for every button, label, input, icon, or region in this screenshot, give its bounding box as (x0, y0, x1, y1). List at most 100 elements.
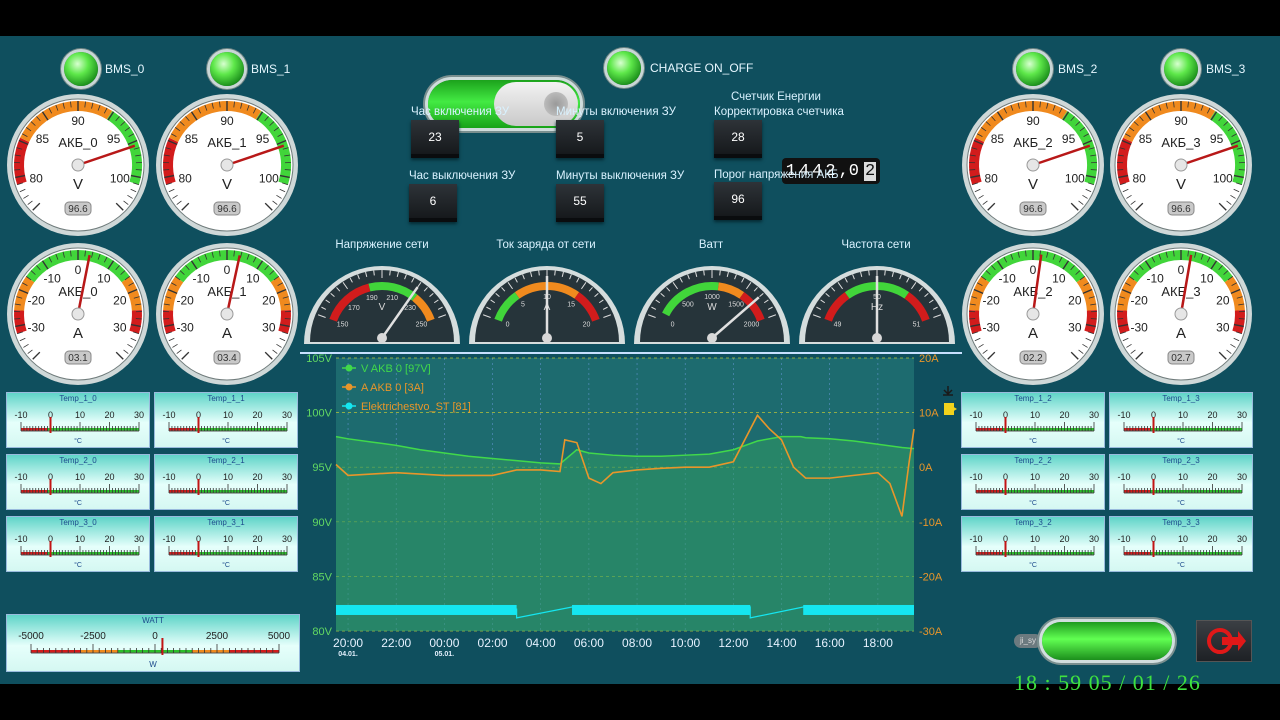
gauge-hub (1174, 307, 1188, 321)
gauge-name: АКБ_1 (207, 135, 246, 150)
gauge-unit: V (1028, 176, 1038, 193)
gauge-tick-label: 30 (1216, 321, 1230, 335)
mains-gauge-tick-label: 0 (506, 322, 510, 329)
temp-unit: °C (222, 438, 230, 445)
temp-tick-label: 30 (134, 472, 144, 482)
gauge-tick-label: 30 (1068, 321, 1082, 335)
chart-x-tick-label: 20:00 (333, 636, 363, 650)
mains-gauge-tick (884, 270, 886, 276)
gauge-tick-label: 30 (262, 321, 276, 335)
chart-date-label: 05.01. (435, 651, 455, 658)
watt-title: Ватт (698, 239, 724, 251)
chart-y-left-tick-label: 85V (312, 571, 332, 583)
gauge-tick-label: -20 (27, 293, 45, 307)
temp-tick-label: 20 (1207, 410, 1217, 420)
mains-gauge-tick (373, 270, 375, 276)
temp-tick-label: 10 (223, 410, 233, 420)
chart-y-right-tick-label: 0A (919, 462, 933, 474)
clock-date: 05 / 01 / 26 (1088, 670, 1201, 695)
gauge-hub (1026, 158, 1040, 172)
gauge-tick-label: -30 (176, 321, 194, 335)
chart-x-tick-label: 02:00 (478, 636, 508, 650)
temp-unit: °C (1177, 500, 1185, 507)
chart-x-tick-label: 22:00 (381, 636, 411, 650)
exit-button[interactable] (1196, 620, 1252, 662)
temp-panel-temp_3_2: Temp_3_2 -10 0 10 20 30 °C (961, 516, 1105, 572)
gauge-tick-label: 0 (1178, 263, 1185, 277)
temp-tick-label: 20 (104, 472, 114, 482)
trend-chart: 20:00 22:00 00:00 02:00 04:00 06:00 08:00 10:00… (306, 353, 957, 658)
temp-tick-label: 20 (104, 410, 114, 420)
temp-tick-label: -10 (1117, 534, 1130, 544)
green-power-button[interactable] (1042, 622, 1172, 660)
temp-tick-label: 30 (134, 410, 144, 420)
temp-tick-label: -10 (1117, 472, 1130, 482)
gauge-tick-label: 80 (984, 172, 998, 186)
mains-voltage-title: Напряжение сети (335, 239, 429, 251)
watt-unit: W (149, 660, 157, 669)
gauge-tick-label: 95 (256, 132, 270, 146)
current-gauge-0: -30-20-100102030АКБ_0A03.1 (7, 243, 149, 385)
temp-tick-label: -10 (14, 472, 27, 482)
temp-tick-label: 20 (104, 534, 114, 544)
gauge-tick-label: 10 (97, 271, 111, 285)
gauge-tick-label: -20 (1130, 293, 1148, 307)
temp-tick-label: 10 (1178, 410, 1188, 420)
gauge-tick-label: 80 (29, 172, 43, 186)
gauge-tick-label: 20 (262, 293, 276, 307)
mains-gauge-tick (868, 270, 870, 276)
chart-y-right-tick-label: -20A (919, 571, 943, 583)
mains-gauge-tick-label: 0 (671, 322, 675, 329)
chart-date-label: 04.01. (338, 651, 358, 658)
download-icon (943, 386, 953, 396)
chart-y-right-tick-label: 10A (919, 408, 939, 420)
temp-tick-label: 10 (1030, 410, 1040, 420)
voltage-gauge-3: 80 85 90 95 100 АКБ_3 V 96.6 (1110, 94, 1252, 236)
gauge-tick-label: 85 (185, 132, 199, 146)
gauge-readout: 03.4 (217, 353, 237, 364)
gauge-tick-label: 0 (224, 263, 231, 277)
gauge-name: АКБ_2 (1013, 135, 1052, 150)
gauge-readout: 02.2 (1023, 353, 1043, 364)
gauge-tick-label: 0 (75, 263, 82, 277)
mains-gauge-unit: V (379, 302, 386, 313)
temp-tick-label: -10 (14, 534, 27, 544)
mains-gauge-tick-label: 210 (386, 295, 398, 302)
chart-x-tick-label: 18:00 (863, 636, 893, 650)
mains-current-title: Ток заряда от сети (496, 239, 596, 251)
temp-tick-label: 20 (252, 534, 262, 544)
mains-gauge-tick (719, 270, 721, 276)
temp-tick-label: 10 (1030, 472, 1040, 482)
chart-y-left-tick-label: 95V (312, 462, 332, 474)
temp-tick-label: 20 (1059, 534, 1069, 544)
gauge-band (163, 309, 176, 334)
power-exit-icon (1207, 628, 1246, 654)
temp-panel-temp_1_3: Temp_1_3 -10 0 10 20 30 °C (1109, 392, 1253, 448)
gauge-tick-label: 100 (1065, 172, 1085, 186)
mains-gauge-hub (542, 333, 552, 343)
temp-panel-temp_1_2: Temp_1_2 -10 0 10 20 30 °C (961, 392, 1105, 448)
gauge-readout: 96.6 (217, 204, 237, 215)
temp-tick-label: -10 (162, 472, 175, 482)
temp-tick-label: 10 (223, 472, 233, 482)
gauge-tick-label: 85 (991, 132, 1005, 146)
clock-time: 18 : 59 (1014, 670, 1083, 695)
gauge-name: АКБ_1 (207, 284, 246, 299)
mains-gauge-hub (707, 333, 717, 343)
dashboard-panel: BMS_0 BMS_1 BMS_2 BMS_3 CHARGE ON_OFF Ча… (0, 36, 1280, 695)
watt-tick-label: -5000 (18, 631, 44, 642)
chart-x-tick-label: 14:00 (767, 636, 797, 650)
mains-gauge-tick-label: 49 (834, 322, 842, 329)
temp-tick-label: 10 (1030, 534, 1040, 544)
temp-tick-label: 30 (1237, 534, 1247, 544)
gauge-band (129, 309, 142, 334)
temp-tick-label: -10 (1117, 410, 1130, 420)
export-arrow-icon (952, 406, 957, 412)
gauge-band (1117, 309, 1130, 334)
current-gauge-3: -30-20-100102030АКБ_3A02.7 (1110, 243, 1252, 385)
legend-label: Elektrichestvo_ST [81] (361, 401, 471, 413)
gauge-tick-label: 0 (1030, 263, 1037, 277)
mains-gauge-hub (377, 333, 387, 343)
temp-tick-label: 30 (1089, 472, 1099, 482)
mains-gauge-3: 495051Hz (799, 266, 955, 344)
